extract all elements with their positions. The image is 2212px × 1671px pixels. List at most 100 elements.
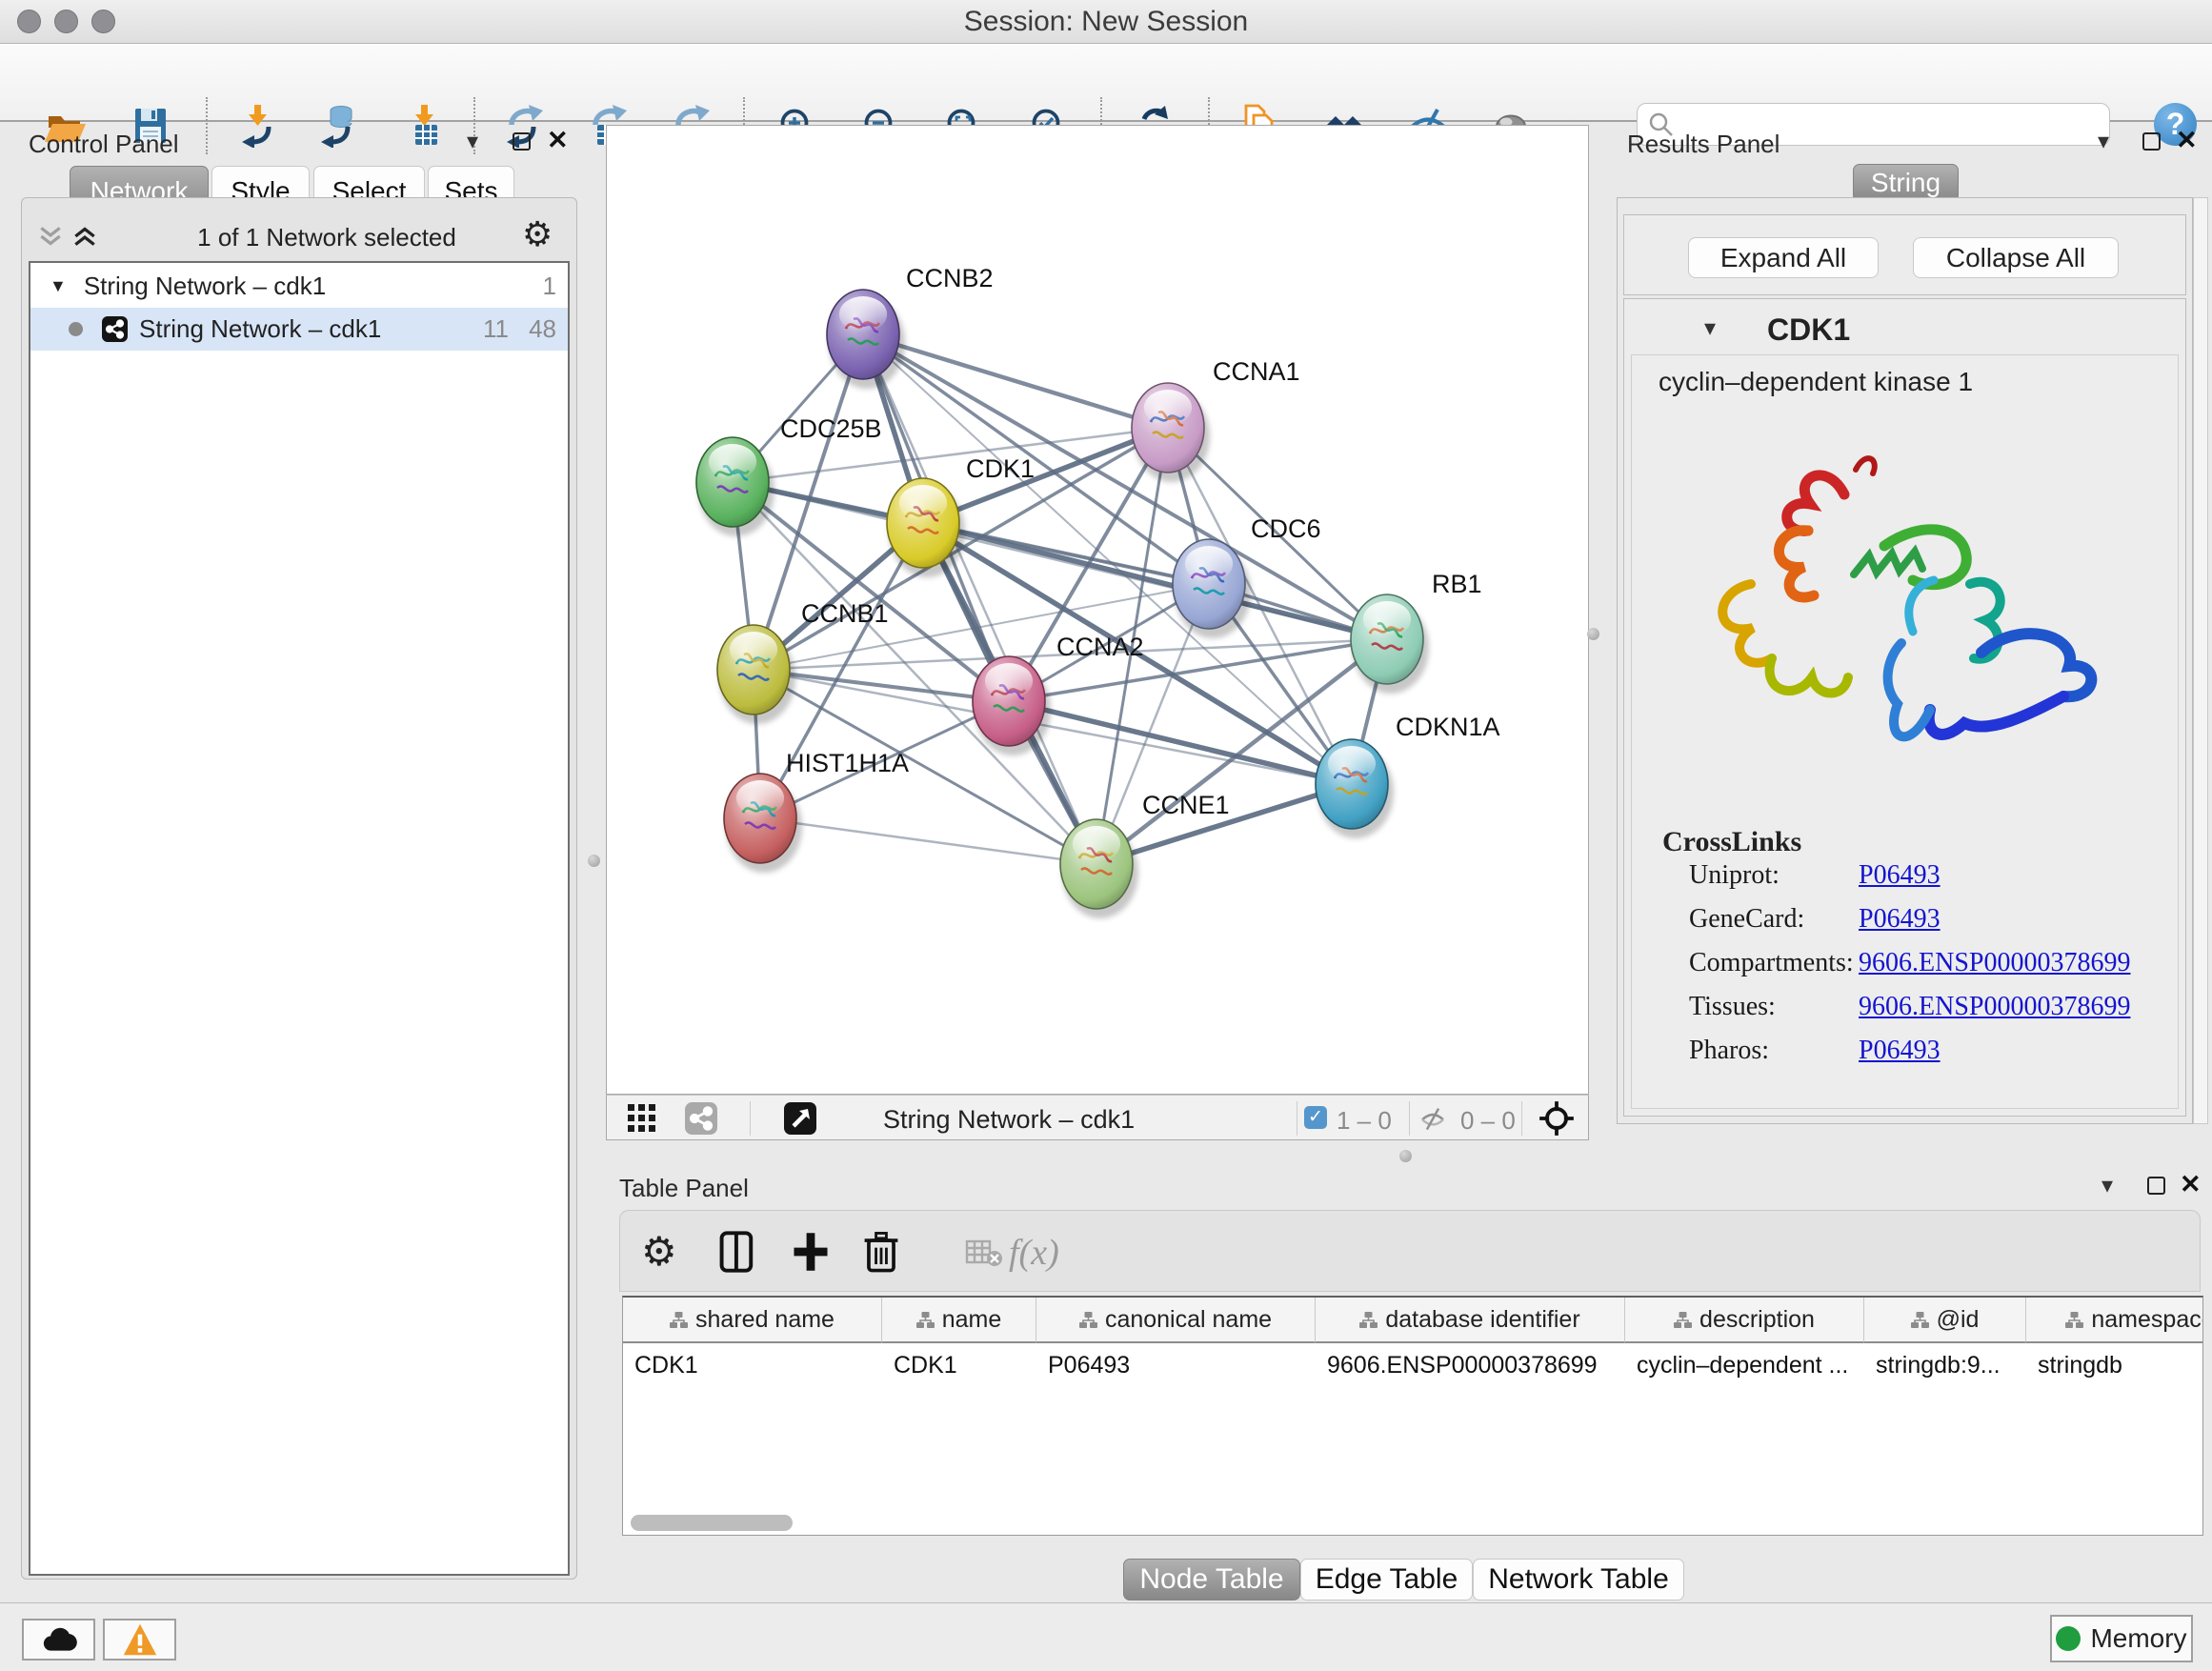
control-panel-title: Control Panel: [29, 130, 179, 159]
crosslink-label: Compartments:: [1689, 948, 1854, 978]
crosslink-link[interactable]: P06493: [1859, 860, 1941, 891]
column-type-icon: [1079, 1312, 1097, 1328]
collection-name: String Network – cdk1: [84, 272, 326, 301]
network-view-canvas[interactable]: CCNB2 CCNA1 CDC25B CDK1 CDC6 RB1 CCNB1 CCNA2 CDK…: [606, 125, 1589, 1095]
network-node-CCNE1[interactable]: CCNE1: [1060, 791, 1230, 918]
expand-all-button[interactable]: Expand All: [1688, 237, 1879, 278]
toolbar-divider: [1521, 1101, 1522, 1136]
crosslink-link[interactable]: 9606.ENSP00000378699: [1859, 948, 2130, 978]
tab-node-table[interactable]: Node Table: [1123, 1559, 1300, 1601]
selected-count: 1 – 0: [1337, 1106, 1392, 1136]
node-label-CCNE1: CCNE1: [1142, 791, 1230, 819]
crosslink-label: Tissues:: [1689, 992, 1776, 1022]
results-panel-title: Results Panel: [1627, 130, 1780, 159]
results-panel-scrollbar[interactable]: [2193, 197, 2208, 1124]
node-label-CCNB1: CCNB1: [801, 599, 889, 628]
network-node-CDKN1A[interactable]: CDKN1A: [1316, 713, 1500, 838]
control-panel-collapse-icon[interactable]: ▾: [467, 128, 478, 155]
network-view-title: String Network – cdk1: [883, 1105, 1135, 1135]
network-edge-count: 48: [529, 314, 556, 344]
network-node-RB1[interactable]: RB1: [1351, 570, 1482, 694]
node-label-CDC6: CDC6: [1251, 514, 1321, 543]
column-header-name[interactable]: name: [882, 1298, 1036, 1343]
gene-description: cyclin–dependent kinase 1: [1659, 367, 1973, 397]
birds-eye-view-icon[interactable]: [784, 1102, 816, 1135]
collapse-all-button[interactable]: Collapse All: [1913, 237, 2119, 278]
node-label-CCNA2: CCNA2: [1056, 633, 1144, 661]
network-status-dot: [69, 322, 83, 336]
control-panel-float-icon[interactable]: [513, 132, 531, 151]
column-header-database-identifier[interactable]: database identifier: [1316, 1298, 1625, 1343]
network-node-HIST1H1A[interactable]: HIST1H1A: [724, 749, 909, 873]
node-label-CCNA1: CCNA1: [1213, 357, 1300, 386]
crosslink-link[interactable]: 9606.ENSP00000378699: [1859, 992, 2130, 1022]
network-edge-HIST1H1A-CCNE1[interactable]: [760, 818, 1096, 864]
tree-expand-icon[interactable]: ▼: [50, 276, 67, 296]
warning-icon: [121, 1621, 159, 1658]
control-panel: Control Panel ▾ ✕ Network Style Select S…: [0, 122, 583, 1602]
table-cell[interactable]: CDK1: [623, 1345, 882, 1385]
results-panel-float-icon[interactable]: [2142, 132, 2161, 151]
hidden-elements-eye-icon: [1417, 1105, 1449, 1132]
table-cell[interactable]: P06493: [1036, 1345, 1316, 1385]
table-cell[interactable]: 9606.ENSP00000378699: [1316, 1345, 1625, 1385]
network-row-selected[interactable]: String Network – cdk1 11 48: [30, 308, 568, 351]
horizontal-splitter-handle[interactable]: [1399, 1150, 1412, 1162]
results-panel-collapse-icon[interactable]: ▾: [2098, 128, 2109, 155]
toolbar-divider: [1409, 1101, 1410, 1136]
table-cell[interactable]: CDK1: [882, 1345, 1036, 1385]
memory-status-dot: [2056, 1626, 2081, 1651]
delete-column-icon[interactable]: [860, 1228, 902, 1276]
network-node-count: 11: [483, 314, 509, 344]
show-columns-icon[interactable]: [717, 1230, 757, 1274]
memory-label: Memory: [2090, 1623, 2186, 1654]
column-header-shared-name[interactable]: shared name: [623, 1298, 882, 1343]
node-label-CDC25B: CDC25B: [780, 414, 882, 443]
fit-selected-crosshair-icon[interactable]: [1538, 1100, 1575, 1137]
column-type-icon: [916, 1312, 935, 1328]
collapse-all-networks-icon[interactable]: [37, 225, 64, 248]
network-node-CCNB1[interactable]: CCNB1: [717, 599, 889, 724]
expand-all-networks-icon[interactable]: [71, 225, 98, 248]
selected-nodes-checkbox[interactable]: ✓: [1304, 1106, 1327, 1129]
column-type-icon: [1359, 1312, 1377, 1328]
window-title: Session: New Session: [0, 0, 2212, 44]
crosslink-link[interactable]: P06493: [1859, 904, 1941, 935]
collection-count: 1: [543, 272, 556, 301]
network-edge-CCNB2-CCNE1[interactable]: [863, 334, 1096, 864]
column-header-canonical-name[interactable]: canonical name: [1036, 1298, 1316, 1343]
node-label-CDK1: CDK1: [966, 454, 1035, 483]
network-options-gear-icon[interactable]: ⚙: [522, 215, 553, 254]
hidden-count: 0 – 0: [1460, 1106, 1516, 1136]
network-node-CCNA1[interactable]: CCNA1: [1132, 357, 1300, 482]
network-selected-status: 1 of 1 Network selected: [136, 223, 517, 252]
cloud-button[interactable]: [22, 1619, 95, 1661]
create-column-icon[interactable]: [790, 1230, 832, 1274]
tab-edge-table[interactable]: Edge Table: [1300, 1559, 1473, 1601]
table-horizontal-scrollbar[interactable]: [631, 1515, 793, 1531]
node-label-CCNB2: CCNB2: [906, 264, 994, 292]
node-label-HIST1H1A: HIST1H1A: [786, 749, 909, 777]
warning-button[interactable]: [103, 1619, 176, 1661]
gene-collapse-icon[interactable]: ▾: [1704, 314, 1716, 342]
control-panel-close-icon[interactable]: ✕: [547, 126, 569, 155]
crosslinks-title: CrossLinks: [1662, 826, 1801, 858]
function-builder-icon-disabled: f(x): [1009, 1232, 1059, 1274]
network-collection-row[interactable]: ▼ String Network – cdk1 1: [30, 265, 568, 308]
cloud-icon: [39, 1623, 79, 1656]
main-toolbar: ?: [0, 44, 2212, 122]
crosslink-link[interactable]: P06493: [1859, 1036, 1941, 1066]
right-splitter-handle[interactable]: [1587, 628, 1599, 640]
table-settings-gear-icon[interactable]: ⚙: [641, 1228, 677, 1275]
protein-structure-image: [1684, 432, 2103, 803]
network-edge-CCNB2-CCNA1[interactable]: [863, 334, 1168, 428]
network-share-icon[interactable]: [685, 1102, 717, 1135]
grid-view-icon[interactable]: [628, 1104, 656, 1133]
tab-string[interactable]: String: [1853, 164, 1959, 202]
left-splitter-handle[interactable]: [588, 855, 600, 867]
delete-table-icon-disabled: [965, 1239, 1003, 1268]
network-view-toolbar: String Network – cdk1 ✓ 1 – 0 0 – 0: [606, 1095, 1589, 1140]
crosslink-label: Pharos:: [1689, 1036, 1769, 1066]
results-panel-close-icon[interactable]: ✕: [2176, 126, 2198, 155]
memory-button[interactable]: Memory: [2050, 1615, 2193, 1662]
